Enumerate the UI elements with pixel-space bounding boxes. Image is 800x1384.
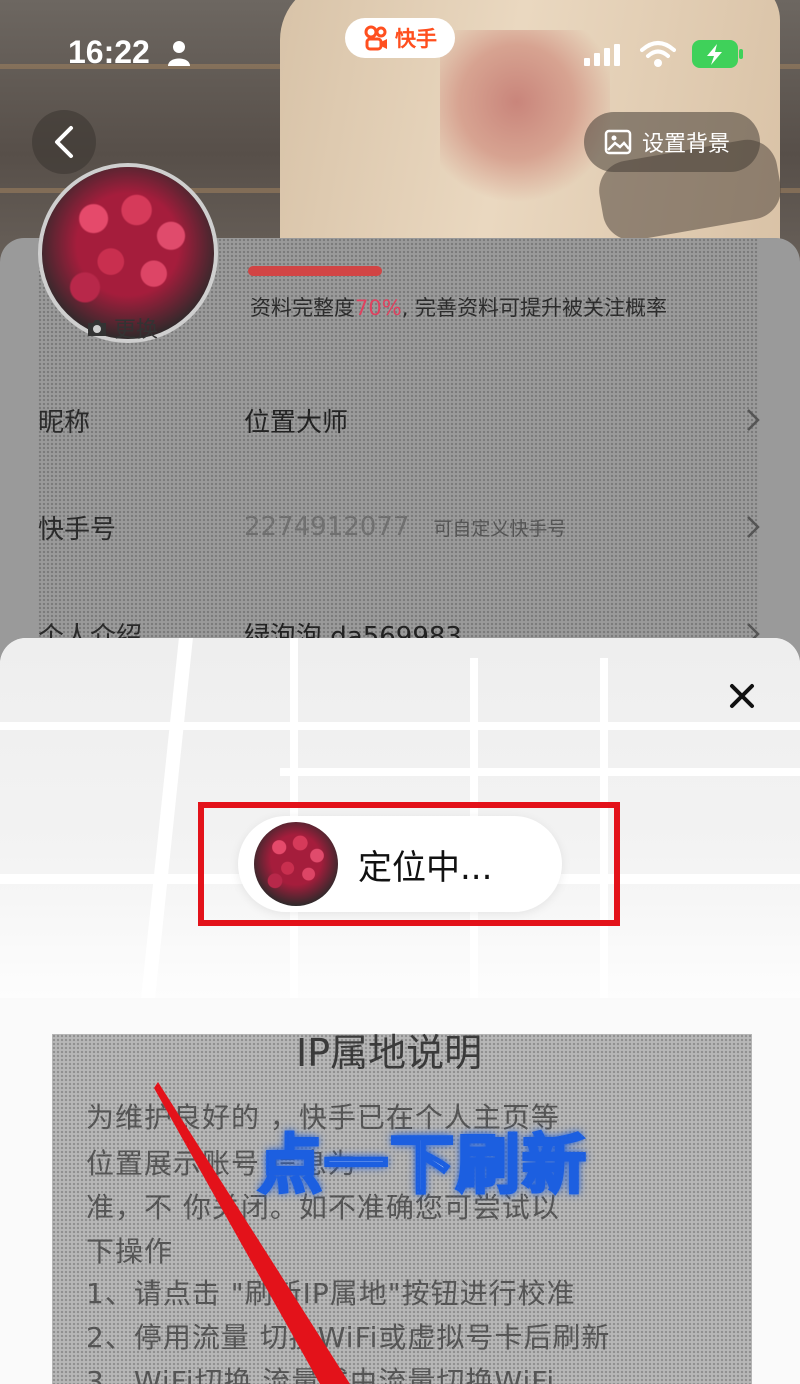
field-label: 昵称 xyxy=(38,407,91,438)
chevron-right-icon xyxy=(747,409,760,431)
completeness-progress-bar xyxy=(248,266,382,276)
image-icon xyxy=(604,129,632,155)
map-road xyxy=(141,638,193,998)
field-value: 位置大师 xyxy=(244,407,349,438)
person-icon xyxy=(168,41,190,66)
app-switch-pill[interactable]: 快手 xyxy=(345,18,455,58)
map-road xyxy=(280,768,800,776)
completeness-suffix: , 完善资料可提升被关注概率 xyxy=(401,296,668,320)
completeness-hint: 资料完整度70%, 完善资料可提升被关注概率 xyxy=(250,292,667,322)
set-background-label: 设置背景 xyxy=(642,132,731,157)
set-background-button[interactable]: 设置背景 xyxy=(584,112,760,172)
locating-status: 定位中... xyxy=(358,847,493,888)
completeness-percent: 70% xyxy=(355,296,402,320)
field-value: 2274912077 xyxy=(244,512,410,542)
completeness-prefix: 资料完整度 xyxy=(250,296,355,320)
refresh-caption-overlay: 点一下刷新 xyxy=(257,1128,588,1205)
battery-charging-icon xyxy=(692,40,743,68)
back-button[interactable] xyxy=(32,110,96,174)
camera-icon xyxy=(88,320,106,336)
avatar xyxy=(254,822,338,906)
change-avatar-label: 更换 xyxy=(114,318,159,343)
avatar-rose-image xyxy=(254,822,338,906)
signal-icon xyxy=(584,44,620,66)
field-hint: 可自定义快手号 xyxy=(433,517,567,540)
field-row-kuaishou-id[interactable]: 快手号 2274912077 可自定义快手号 xyxy=(38,497,768,557)
ip-location-sheet: 定位中... IP属地说明 为维护良好的 ，快手已在个人主页等 位置展示账号 信… xyxy=(0,638,800,1384)
field-row-nickname[interactable]: 昵称 位置大师 xyxy=(38,390,768,450)
ip-explanation-title: IP属地说明 xyxy=(296,1031,483,1075)
refresh-ip-location-button[interactable]: 定位中... xyxy=(238,816,562,912)
close-icon xyxy=(730,684,754,708)
app-name: 快手 xyxy=(395,27,437,51)
field-label: 快手号 xyxy=(38,514,117,545)
map-road xyxy=(0,722,800,730)
kuaishou-logo-icon xyxy=(364,25,387,51)
close-button[interactable] xyxy=(722,676,762,716)
wifi-icon xyxy=(640,41,676,67)
status-time: 16:22 xyxy=(68,34,150,70)
chevron-right-icon xyxy=(747,516,760,538)
chevron-left-icon xyxy=(55,126,73,158)
